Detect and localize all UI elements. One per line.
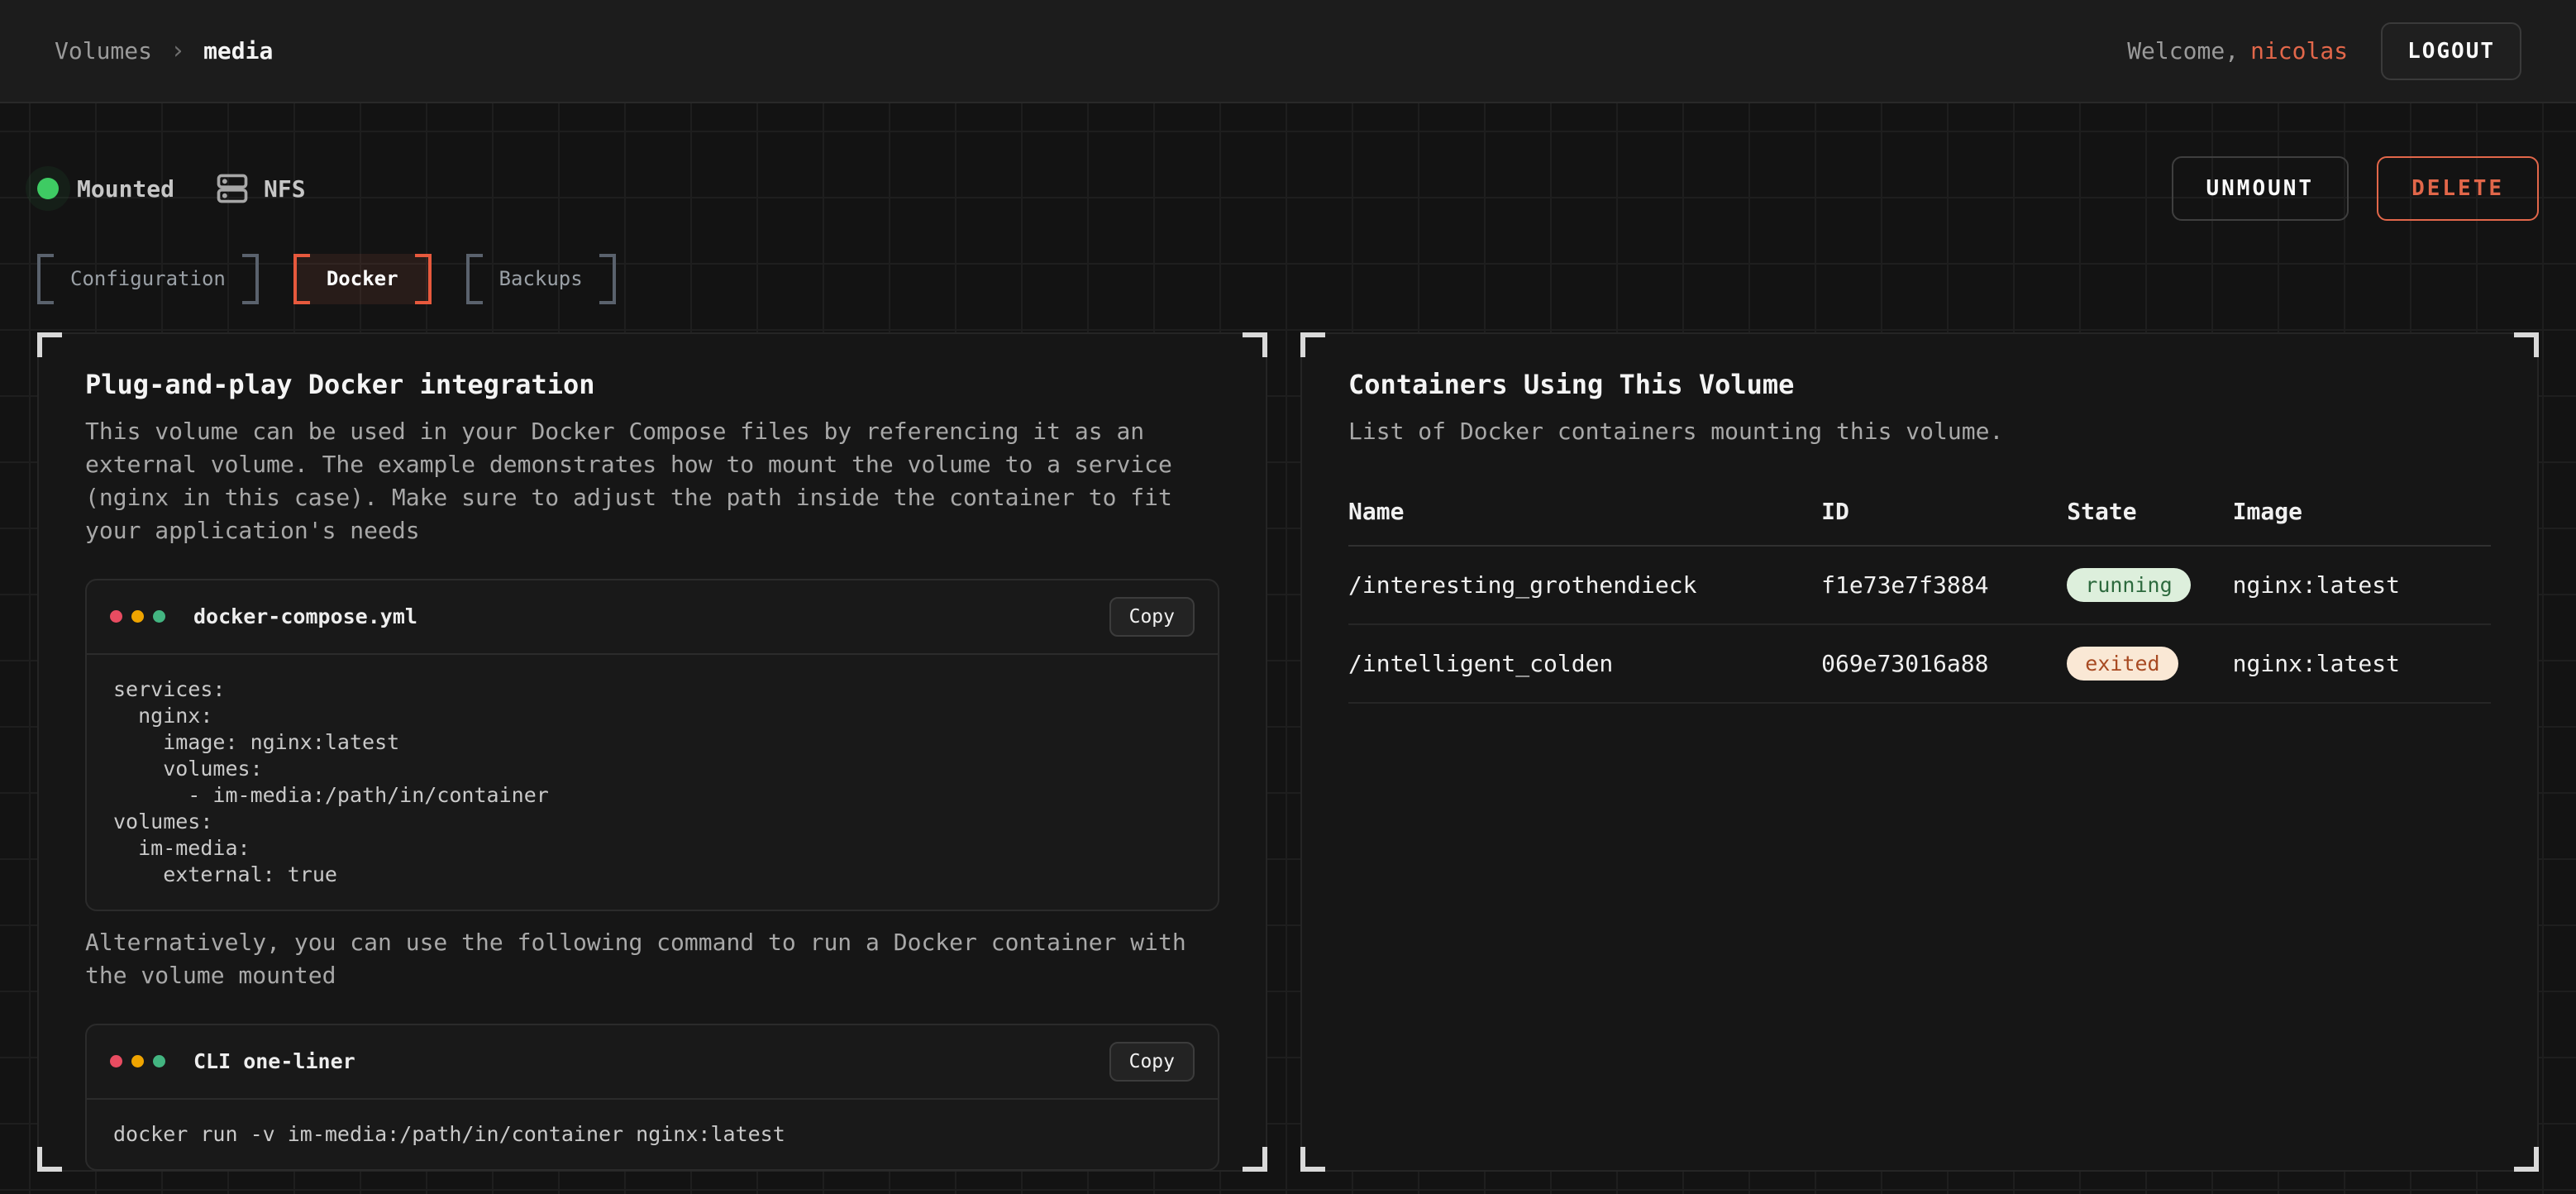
traffic-light-dots-icon	[110, 1055, 165, 1067]
panels: Plug-and-play Docker integration This vo…	[37, 332, 2539, 1172]
server-icon	[214, 170, 250, 207]
table-header-row: Name ID State Image	[1348, 485, 2491, 547]
red-dot-icon	[110, 1055, 122, 1067]
compose-code-block: docker-compose.yml Copy services: nginx:…	[85, 579, 1219, 911]
containers-table: Name ID State Image /interesting_grothen…	[1348, 485, 2491, 704]
volume-actions: UNMOUNT DELETE	[2172, 156, 2540, 221]
container-name: /intelligent_colden	[1348, 650, 1821, 677]
column-header-state: State	[2067, 498, 2232, 525]
delete-button[interactable]: DELETE	[2377, 156, 2539, 221]
panel-corner-icon	[1300, 332, 1325, 357]
cli-intro-text: Alternatively, you can use the following…	[85, 926, 1219, 992]
cli-copy-button[interactable]: Copy	[1109, 1042, 1195, 1082]
red-dot-icon	[110, 610, 122, 623]
top-bar-right: Welcome, nicolas LOGOUT	[2127, 22, 2521, 80]
status-badge: exited	[2067, 647, 2178, 681]
green-dot-icon	[153, 610, 165, 623]
panel-corner-icon	[37, 332, 62, 357]
volume-type-label: NFS	[264, 175, 306, 203]
containers-panel-subtitle: List of Docker containers mounting this …	[1348, 415, 2489, 448]
tab-backups[interactable]: Backups	[466, 254, 616, 304]
column-header-name: Name	[1348, 498, 1821, 525]
tab-docker[interactable]: Docker	[293, 254, 432, 304]
column-header-id: ID	[1821, 498, 2067, 525]
compose-code-content: services: nginx: image: nginx:latest vol…	[87, 655, 1218, 910]
panel-corner-icon	[2514, 1147, 2539, 1172]
table-row: /interesting_grothendieck f1e73e7f3884 r…	[1348, 547, 2491, 625]
panel-corner-icon	[1300, 1147, 1325, 1172]
breadcrumb-separator-icon: ›	[170, 36, 185, 65]
container-id: f1e73e7f3884	[1821, 571, 2067, 599]
breadcrumb-volumes-link[interactable]: Volumes	[55, 37, 152, 64]
unmount-button[interactable]: UNMOUNT	[2172, 156, 2349, 221]
compose-code-header: docker-compose.yml Copy	[87, 580, 1218, 655]
cli-code-header: CLI one-liner Copy	[87, 1025, 1218, 1100]
amber-dot-icon	[131, 1055, 144, 1067]
compose-filename: docker-compose.yml	[193, 604, 417, 628]
traffic-light-dots-icon	[110, 610, 165, 623]
containers-panel-title: Containers Using This Volume	[1348, 369, 2491, 400]
table-row: /intelligent_colden 069e73016a88 exited …	[1348, 625, 2491, 704]
mounted-status-dot-icon	[37, 178, 59, 199]
volume-type: NFS	[214, 170, 306, 207]
tab-bar: Configuration Docker Backups	[37, 254, 2539, 304]
tab-configuration[interactable]: Configuration	[37, 254, 259, 304]
panel-corner-icon	[2514, 332, 2539, 357]
welcome-prefix: Welcome,	[2127, 37, 2239, 64]
docker-panel-description: This volume can be used in your Docker C…	[85, 415, 1219, 547]
green-dot-icon	[153, 1055, 165, 1067]
docker-panel-title: Plug-and-play Docker integration	[85, 369, 1219, 400]
breadcrumb: Volumes › media	[55, 36, 273, 65]
containers-panel: Containers Using This Volume List of Doc…	[1300, 332, 2539, 1172]
mount-status-label: Mounted	[77, 175, 174, 203]
volume-status-row: Mounted NFS UNMOUNT DELETE	[37, 103, 2539, 221]
amber-dot-icon	[131, 610, 144, 623]
panel-corner-icon	[37, 1147, 62, 1172]
docker-integration-panel: Plug-and-play Docker integration This vo…	[37, 332, 1267, 1172]
username: nicolas	[2250, 37, 2348, 64]
panel-corner-icon	[1243, 332, 1267, 357]
container-id: 069e73016a88	[1821, 650, 2067, 677]
top-bar: Volumes › media Welcome, nicolas LOGOUT	[0, 0, 2576, 103]
cli-code-content: docker run -v im-media:/path/in/containe…	[87, 1100, 1218, 1169]
breadcrumb-current-volume: media	[203, 37, 273, 64]
logout-button[interactable]: LOGOUT	[2381, 22, 2521, 80]
compose-copy-button[interactable]: Copy	[1109, 597, 1195, 637]
welcome-text: Welcome, nicolas	[2127, 37, 2348, 64]
column-header-image: Image	[2233, 498, 2491, 525]
cli-code-block: CLI one-liner Copy docker run -v im-medi…	[85, 1024, 1219, 1171]
panel-corner-icon	[1243, 1147, 1267, 1172]
container-image: nginx:latest	[2233, 650, 2491, 677]
container-state: exited	[2067, 647, 2232, 681]
cli-title: CLI one-liner	[193, 1049, 355, 1073]
container-image: nginx:latest	[2233, 571, 2491, 599]
container-state: running	[2067, 568, 2232, 602]
container-name: /interesting_grothendieck	[1348, 571, 1821, 599]
status-badge: running	[2067, 568, 2190, 602]
main-content: Mounted NFS UNMOUNT DELETE Configuration…	[0, 103, 2576, 1194]
